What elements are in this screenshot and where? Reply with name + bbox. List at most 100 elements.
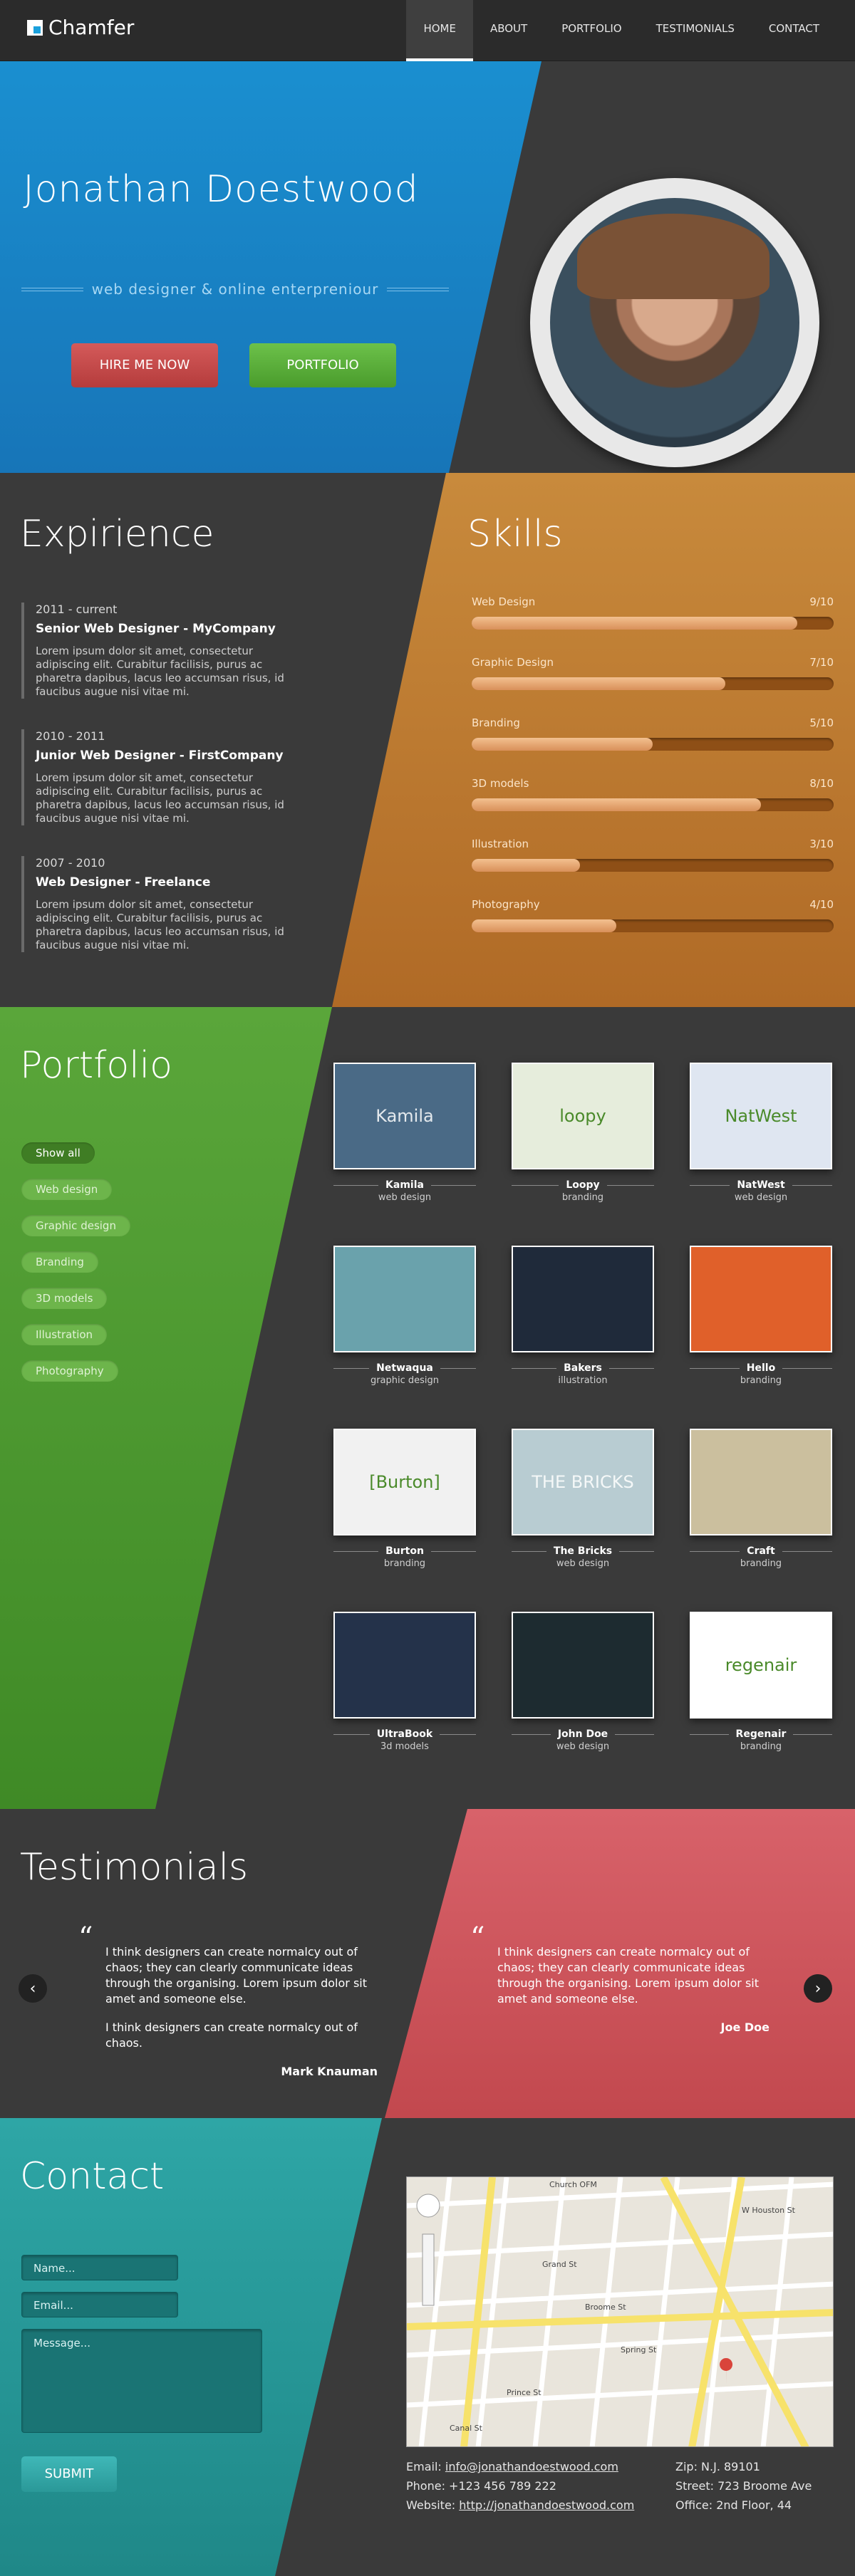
portfolio-thumbnail[interactable]: [Burton]	[333, 1429, 476, 1535]
filter-branding[interactable]: Branding	[21, 1251, 98, 1273]
portfolio-title-row: Kamila	[333, 1179, 476, 1191]
skill-item: Graphic Design 7/10	[472, 656, 834, 690]
experience-item: 2007 - 2010 Web Designer - Freelance Lor…	[21, 856, 292, 952]
portfolio-item[interactable]: Hello branding	[690, 1246, 832, 1386]
portfolio-title: Portfolio	[20, 1044, 172, 1087]
portfolio-item[interactable]: Craft branding	[690, 1429, 833, 1569]
submit-button[interactable]: SUBMIT	[21, 2456, 117, 2492]
skill-score: 5/10	[809, 716, 834, 729]
skill-bar-fill	[472, 919, 617, 932]
next-testimonial-button[interactable]: ›	[804, 1974, 832, 2003]
map[interactable]: Church OFM Grand St Broome St Spring St …	[406, 2176, 834, 2447]
portfolio-thumbnail-text: THE BRICKS	[532, 1472, 634, 1492]
experience-period: 2010 - 2011	[36, 729, 105, 743]
hero-tagline-row: web designer & online enterpreniour	[21, 281, 450, 298]
title-divider	[430, 1184, 476, 1186]
portfolio-title-row: Hello	[690, 1362, 832, 1374]
portfolio-thumbnail[interactable]	[512, 1246, 654, 1352]
portfolio-item[interactable]: [Burton] Burton branding	[333, 1429, 477, 1569]
avatar-hair	[577, 214, 770, 299]
skill-name: Branding	[472, 716, 520, 729]
portfolio-thumbnail[interactable]: NatWest	[690, 1063, 832, 1169]
portfolio-filters: Show all Web design Graphic design Brand…	[21, 1142, 130, 1397]
portfolio-item[interactable]: UltraBook 3d models	[333, 1612, 476, 1752]
skill-score: 9/10	[809, 595, 834, 608]
experience-title: Expirience	[20, 513, 214, 556]
filter-illustration[interactable]: Illustration	[21, 1324, 108, 1345]
skill-item: Illustration 3/10	[472, 838, 834, 872]
experience-description: Lorem ipsum dolor sit amet, consectetur …	[36, 645, 284, 698]
hire-me-button[interactable]: HIRE ME NOW	[71, 343, 218, 387]
portfolio-thumbnail[interactable]	[333, 1246, 476, 1352]
street-value: 723 Broome Ave	[717, 2479, 812, 2493]
filter-photography[interactable]: Photography	[21, 1360, 118, 1382]
phone-value: +123 456 789 222	[449, 2479, 556, 2493]
website-label: Website:	[406, 2498, 456, 2512]
contact-info: Email: info@jonathandoestwood.com Phone:…	[406, 2457, 634, 2515]
filter-graphic-design[interactable]: Graphic design	[21, 1215, 130, 1236]
portfolio-item[interactable]: loopy Loopy branding	[512, 1063, 654, 1203]
portfolio-thumbnail[interactable]	[333, 1612, 476, 1719]
portfolio-item[interactable]: John Doe web design	[512, 1612, 654, 1752]
skill-bar-fill	[472, 738, 653, 751]
nav-item-contact[interactable]: CONTACT	[752, 0, 836, 61]
portfolio-button[interactable]: PORTFOLIO	[249, 343, 396, 387]
portfolio-item[interactable]: regenair Regenair branding	[690, 1612, 833, 1752]
portfolio-item-category: branding	[383, 1558, 426, 1569]
title-divider	[333, 1367, 370, 1369]
portfolio-thumbnail-text: NatWest	[725, 1106, 797, 1126]
portfolio-item-title: Loopy	[566, 1179, 600, 1191]
skill-head: Branding 5/10	[472, 716, 834, 729]
title-divider	[333, 1184, 379, 1186]
skill-item: Web Design 9/10	[472, 595, 834, 630]
phone-label: Phone:	[406, 2479, 445, 2493]
message-field[interactable]: Message...	[21, 2329, 262, 2433]
portfolio-item[interactable]: THE BRICKS The Bricks web design	[512, 1429, 655, 1569]
title-divider	[606, 1184, 654, 1186]
website-link[interactable]: http://jonathandoestwood.com	[459, 2498, 634, 2512]
skill-head: Illustration 3/10	[472, 838, 834, 850]
portfolio-thumbnail[interactable]: loopy	[512, 1063, 654, 1169]
portfolio-item[interactable]: Netwaqua graphic design	[333, 1246, 477, 1386]
nav-item-portfolio[interactable]: PORTFOLIO	[544, 0, 638, 61]
experience-role: Web Designer - Freelance	[36, 875, 211, 890]
quote-mark-icon: “	[78, 1921, 93, 1954]
name-field[interactable]: Name...	[21, 2255, 178, 2280]
skill-bar-fill	[472, 798, 762, 811]
map-label: Canal St	[450, 2424, 482, 2433]
portfolio-thumbnail[interactable]	[690, 1429, 832, 1535]
filter-show-all[interactable]: Show all	[21, 1142, 95, 1164]
portfolio-item[interactable]: Kamila Kamila web design	[333, 1063, 476, 1203]
zip-value: N.J. 89101	[701, 2460, 760, 2473]
portfolio-thumbnail[interactable]	[512, 1612, 654, 1719]
portfolio-thumbnail[interactable]	[690, 1246, 832, 1352]
experience-role: Senior Web Designer - MyCompany	[36, 622, 276, 636]
portfolio-item[interactable]: NatWest NatWest web design	[690, 1063, 833, 1203]
nav-item-testimonials[interactable]: TESTIMONIALS	[639, 0, 752, 61]
portfolio-title-row: Craft	[690, 1545, 833, 1557]
logo[interactable]: Chamfer	[27, 16, 134, 39]
experience-role: Junior Web Designer - FirstCompany	[36, 749, 284, 763]
email-link[interactable]: info@jonathandoestwood.com	[445, 2460, 618, 2473]
office-value: 2nd Floor, 44	[716, 2498, 792, 2512]
tagline-divider-left	[21, 287, 83, 291]
skill-score: 3/10	[809, 838, 834, 850]
portfolio-thumbnail[interactable]: THE BRICKS	[512, 1429, 654, 1535]
map-label: Grand St	[542, 2260, 577, 2269]
email-label: Email:	[406, 2460, 442, 2473]
portfolio-thumbnail[interactable]: Kamila	[333, 1063, 476, 1169]
nav-item-home[interactable]: HOME	[406, 0, 473, 61]
filter-3d-models[interactable]: 3D models	[21, 1288, 108, 1309]
title-divider	[440, 1733, 476, 1735]
portfolio-title-row: John Doe	[512, 1728, 654, 1740]
portfolio-title-row: The Bricks	[512, 1545, 655, 1557]
experience-description: Lorem ipsum dolor sit amet, consectetur …	[36, 898, 284, 951]
nav-item-about[interactable]: ABOUT	[473, 0, 544, 61]
filter-web-design[interactable]: Web design	[21, 1179, 113, 1200]
portfolio-thumbnail[interactable]: regenair	[690, 1612, 832, 1719]
email-field[interactable]: Email...	[21, 2292, 178, 2317]
prev-testimonial-button[interactable]: ‹	[19, 1974, 47, 2003]
experience-skills-section: Expirience Skills 2011 - current Senior …	[0, 473, 855, 1007]
portfolio-item[interactable]: Bakers illustration	[512, 1246, 655, 1386]
testimonial-text: I think designers can create normalcy ou…	[497, 1945, 759, 2006]
